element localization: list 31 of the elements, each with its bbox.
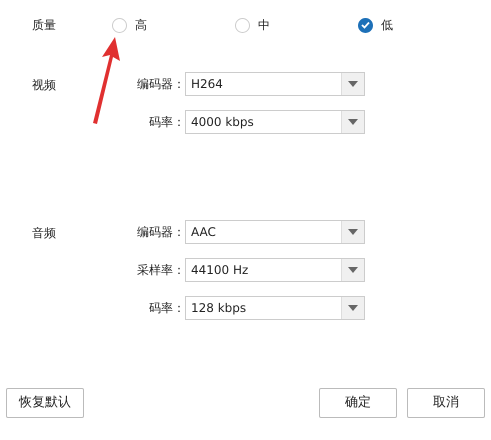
caret-icon[interactable] xyxy=(341,259,364,281)
section-label: 视频 xyxy=(32,77,57,94)
dropdown-value: 128 kbps xyxy=(191,300,246,317)
radio-label[interactable]: 中 xyxy=(258,16,270,34)
field-label: 采样率： xyxy=(136,262,185,279)
section-label: 音频 xyxy=(32,225,57,242)
field-label: 码率： xyxy=(148,114,185,131)
quality-label: 质量 xyxy=(32,17,57,34)
field-label: 编码器： xyxy=(136,224,185,241)
field-label: 编码器： xyxy=(136,76,185,93)
dropdown-value: 4000 kbps xyxy=(191,114,254,131)
dialog-button[interactable]: 恢复默认 xyxy=(6,388,84,418)
dialog-button[interactable]: 确定 xyxy=(319,388,397,418)
radio-button[interactable] xyxy=(358,18,373,32)
caret-icon[interactable] xyxy=(341,111,364,133)
dropdown[interactable]: H264 xyxy=(185,72,365,96)
dropdown[interactable]: AAC xyxy=(185,220,365,244)
dropdown-value: 44100 Hz xyxy=(191,262,248,279)
radio-label[interactable]: 低 xyxy=(381,16,393,34)
dropdown[interactable]: 128 kbps xyxy=(185,296,365,320)
checkmark-icon xyxy=(361,21,370,29)
dropdown-value: H264 xyxy=(191,76,223,93)
caret-icon[interactable] xyxy=(341,73,364,95)
radio-label[interactable]: 高 xyxy=(135,16,147,34)
caret-icon[interactable] xyxy=(341,297,364,319)
dropdown[interactable]: 44100 Hz xyxy=(185,258,365,282)
caret-icon[interactable] xyxy=(341,221,364,243)
dialog-button[interactable]: 取消 xyxy=(407,388,485,418)
dropdown[interactable]: 4000 kbps xyxy=(185,110,365,134)
dropdown-value: AAC xyxy=(191,224,216,241)
field-label: 码率： xyxy=(148,300,185,317)
